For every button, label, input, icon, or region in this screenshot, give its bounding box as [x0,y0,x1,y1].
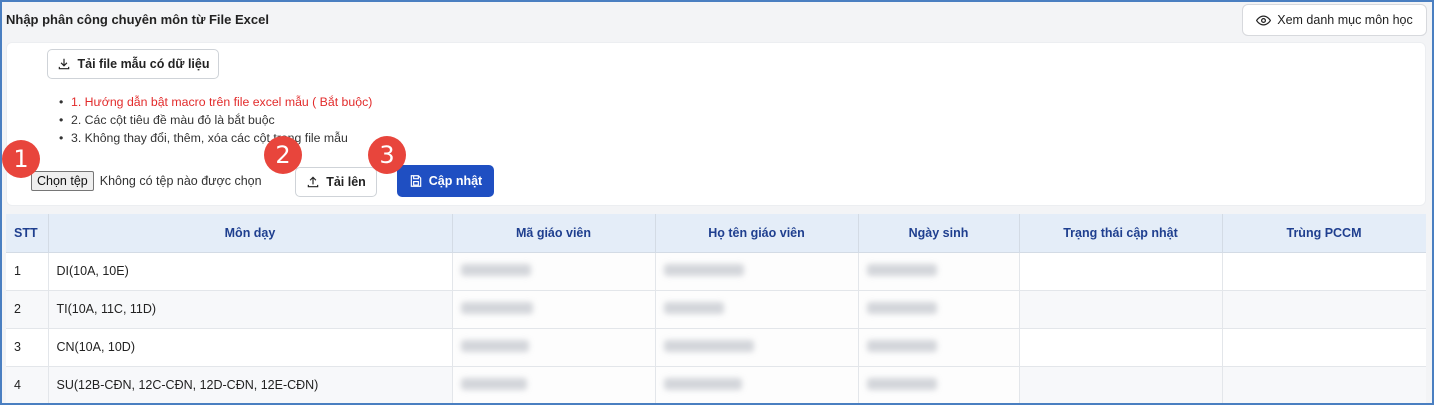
assignment-table: STT Môn dạy Mã giáo viên Họ tên giáo viê… [6,214,1426,403]
upload-button[interactable]: Tải lên [295,167,377,197]
view-subject-catalog-label: Xem danh mục môn học [1277,13,1413,27]
table-header-row: STT Môn dạy Mã giáo viên Họ tên giáo viê… [6,214,1426,253]
cell-stt: 2 [6,290,49,329]
page-title: Nhập phân công chuyên môn từ File Excel [6,12,269,27]
cell-stt: 3 [6,328,49,367]
column-header-subject: Môn dạy [48,214,453,253]
cell-update-status [1019,252,1223,291]
cell-subject: DI(10A, 10E) [48,252,453,291]
cell-teacher-name-redacted [655,328,859,367]
table-row: 2 TI(10A, 11C, 11D) [6,290,1426,329]
guide-item-no-change: 3. Không thay đổi, thêm, xóa các cột tro… [59,129,372,147]
cell-birth-date-redacted [858,290,1020,329]
cell-stt: 4 [6,366,49,403]
import-panel: Nhập phân công chuyên môn từ File Excel … [0,0,1434,405]
cell-stt: 1 [6,252,49,291]
cell-teacher-id-redacted [452,328,656,367]
upload-label: Tải lên [326,175,366,189]
eye-icon [1256,14,1272,26]
cell-teacher-id-redacted [452,290,656,329]
guide-list: 1. Hướng dẫn bật macro trên file excel m… [59,93,372,147]
cell-subject: TI(10A, 11C, 11D) [48,290,453,329]
upload-card: Tải file mẫu có dữ liệu 1. Hướng dẫn bật… [6,42,1426,206]
table-row: 3 CN(10A, 10D) [6,328,1426,367]
download-template-label: Tải file mẫu có dữ liệu [77,57,210,71]
column-header-duplicate: Trùng PCCM [1222,214,1426,253]
cell-teacher-name-redacted [655,252,859,291]
choose-file-button[interactable]: Chọn tệp [31,171,94,191]
update-button[interactable]: Cập nhật [397,165,494,197]
cell-update-status [1019,328,1223,367]
guide-item-required-columns: 2. Các cột tiêu đề màu đỏ là bắt buộc [59,111,372,129]
download-icon [58,58,69,70]
view-subject-catalog-button[interactable]: Xem danh mục môn học [1242,4,1427,36]
download-template-button[interactable]: Tải file mẫu có dữ liệu [47,49,219,79]
file-picker: Chọn tệp Không có tệp nào được chọn [31,171,262,191]
table-row: 4 SU(12B-CĐN, 12C-CĐN, 12D-CĐN, 12E-CĐN) [6,366,1426,403]
cell-update-status [1019,366,1223,403]
cell-teacher-id-redacted [452,366,656,403]
guide-item-macro[interactable]: 1. Hướng dẫn bật macro trên file excel m… [59,93,372,111]
cell-teacher-id-redacted [452,252,656,291]
step-badge-1: 1 [2,140,40,178]
cell-duplicate [1222,290,1426,329]
cell-birth-date-redacted [858,328,1020,367]
cell-teacher-name-redacted [655,366,859,403]
cell-update-status [1019,290,1223,329]
column-header-teacher-name: Họ tên giáo viên [655,214,859,253]
update-label: Cập nhật [428,174,483,188]
step-badge-2: 2 [264,136,302,174]
upload-icon [307,176,319,188]
cell-duplicate [1222,366,1426,403]
cell-duplicate [1222,252,1426,291]
cell-subject: SU(12B-CĐN, 12C-CĐN, 12D-CĐN, 12E-CĐN) [48,366,453,403]
column-header-teacher-id: Mã giáo viên [452,214,656,253]
cell-birth-date-redacted [858,366,1020,403]
cell-birth-date-redacted [858,252,1020,291]
no-file-text: Không có tệp nào được chọn [99,174,262,188]
cell-duplicate [1222,328,1426,367]
column-header-birth-date: Ngày sinh [858,214,1020,253]
cell-teacher-name-redacted [655,290,859,329]
column-header-stt: STT [6,214,49,253]
table-row: 1 DI(10A, 10E) [6,252,1426,291]
step-badge-3: 3 [368,136,406,174]
cell-subject: CN(10A, 10D) [48,328,453,367]
save-icon [410,175,421,187]
column-header-update-status: Trạng thái cập nhật [1019,214,1223,253]
